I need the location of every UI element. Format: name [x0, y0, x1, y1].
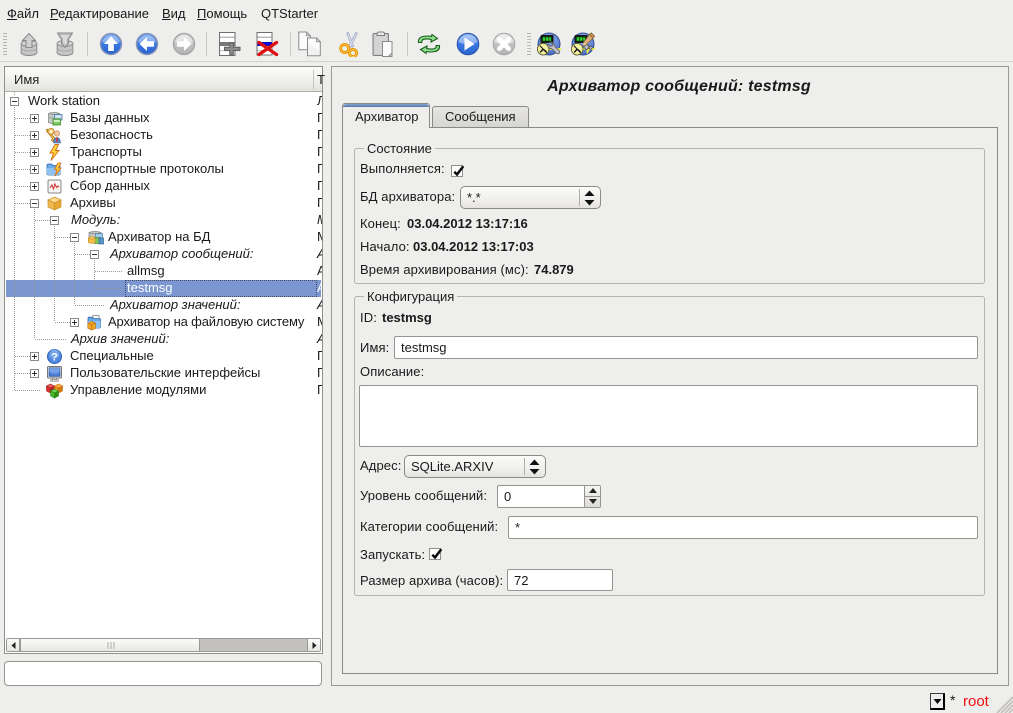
- svg-text:?: ?: [51, 352, 58, 364]
